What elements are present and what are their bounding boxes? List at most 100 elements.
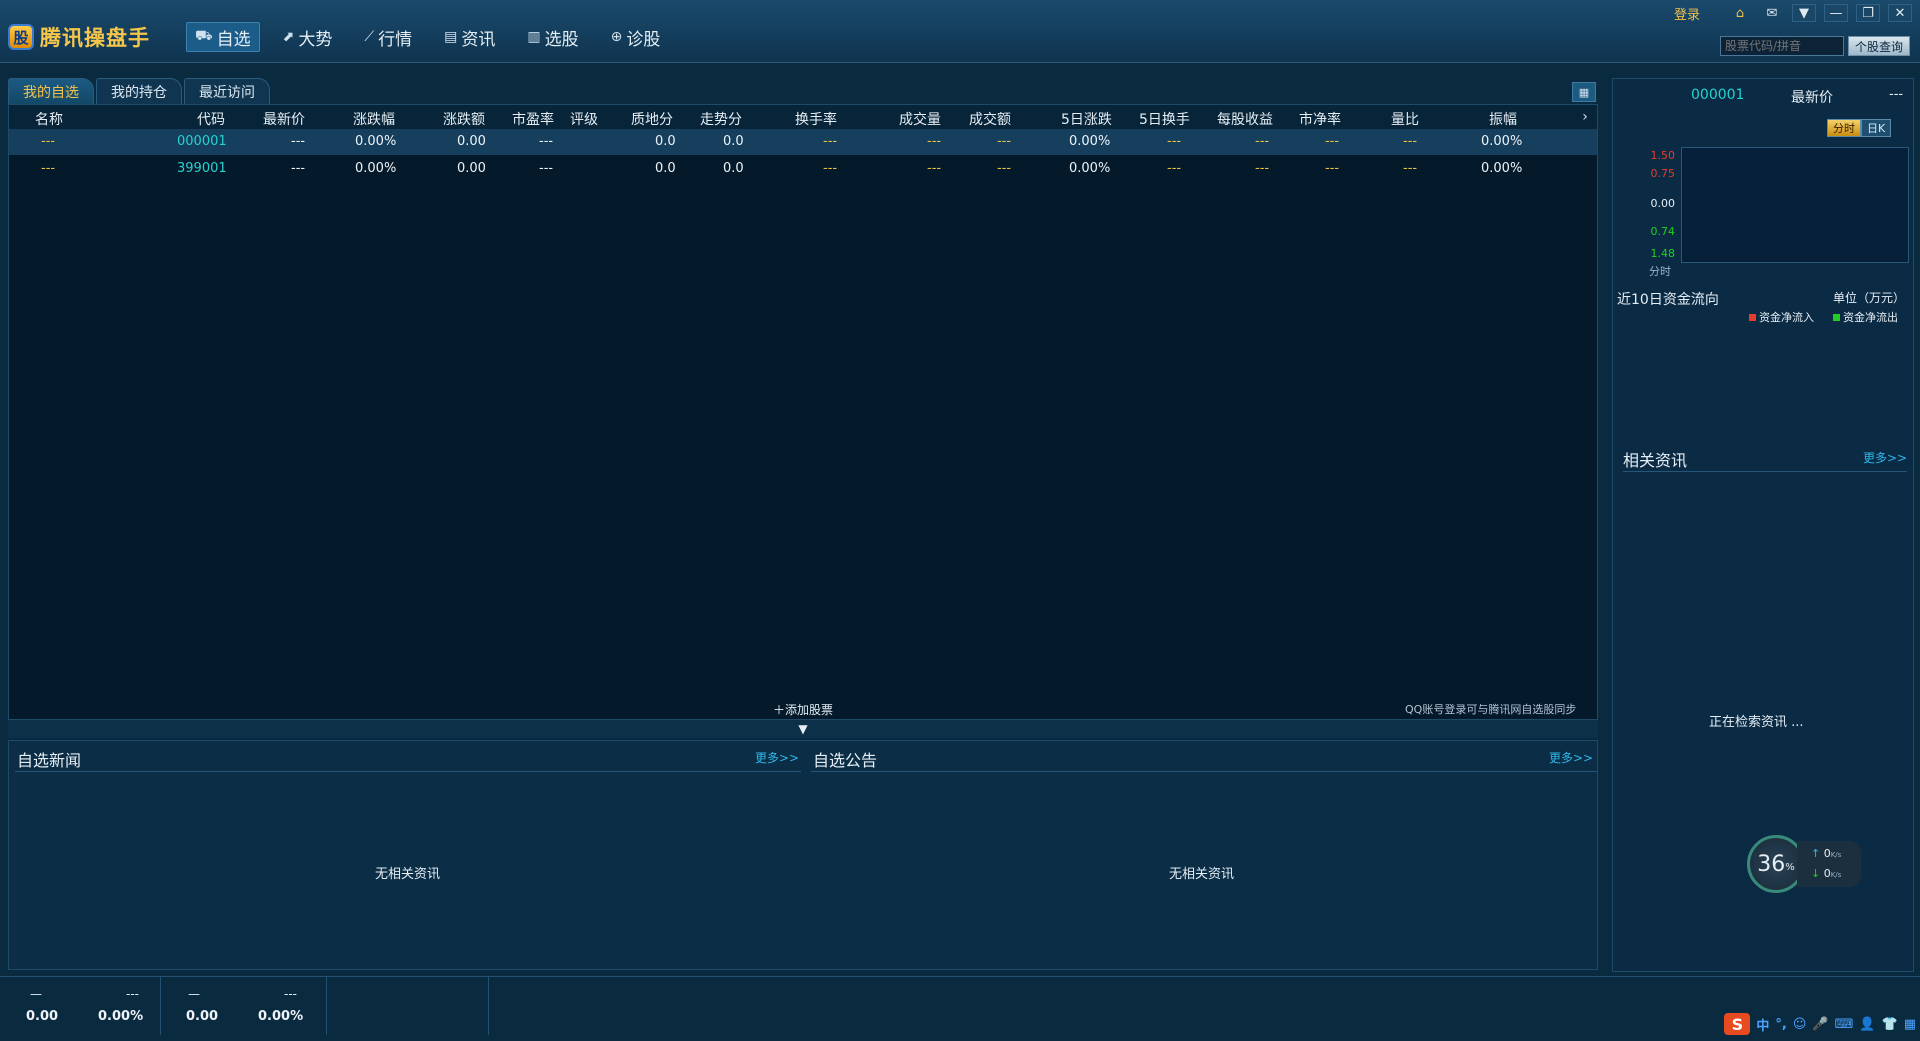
detail-code: 000001 <box>1691 87 1745 103</box>
upload-speed: ↑ 0K/s <box>1811 847 1842 860</box>
chart-caption: 分时 <box>1649 265 1671 278</box>
divider <box>1623 471 1907 472</box>
related-more-link[interactable]: 更多>> <box>1863 449 1907 466</box>
app-title: 腾讯操盘手 <box>40 26 150 50</box>
divider <box>811 771 1597 772</box>
col-change-amt[interactable]: 涨跌额 <box>443 109 485 129</box>
stock-search-input[interactable] <box>1720 36 1844 56</box>
col-eps[interactable]: 每股收益 <box>1217 109 1273 129</box>
index-ticker[interactable]: — --- 0.00 0.00% <box>0 977 161 1035</box>
tab-my-watchlist[interactable]: 我的自选 <box>8 78 94 105</box>
tab-my-holdings[interactable]: 我的持仓 <box>96 78 182 105</box>
message-icon[interactable]: ✉ <box>1760 4 1784 22</box>
diagnose-icon: ⊕ <box>610 29 623 45</box>
table-row[interactable]: --- 000001 --- 0.00% 0.00 --- 0.0 0.0 --… <box>9 129 1597 155</box>
col-5d-change[interactable]: 5日涨跌 <box>1061 109 1112 129</box>
bar-chart-icon: ▥ <box>527 29 541 45</box>
restore-icon[interactable]: ❐ <box>1856 4 1880 22</box>
plus-icon: ＋ <box>773 703 786 717</box>
nav-diagnose[interactable]: ⊕ 诊股 <box>602 22 670 52</box>
detail-price: --- <box>1889 87 1904 102</box>
sogou-ime-icon[interactable]: S <box>1724 1013 1751 1035</box>
col-trend-score[interactable]: 走势分 <box>700 109 742 129</box>
nav-news[interactable]: ▤ 资讯 <box>435 22 504 52</box>
network-speed: ↑ 0K/s ↓ 0K/s <box>1797 841 1861 887</box>
announcement-more-link[interactable]: 更多>> <box>1549 749 1593 766</box>
watchlist-news: 自选新闻 更多>> 无相关资讯 <box>9 741 803 969</box>
close-icon[interactable]: ✕ <box>1888 4 1912 22</box>
login-link[interactable]: 登录 <box>1674 4 1700 23</box>
col-rating[interactable]: 评级 <box>570 109 598 129</box>
up-arrow-icon: ↑ <box>1811 847 1821 860</box>
nav-watchlist[interactable]: ⛟ 自选 <box>186 22 260 52</box>
divider <box>15 771 801 772</box>
table-header: 名称 代码 最新价 涨跌幅 涨跌额 市盈率 评级 质地分 走势分 换手率 成交量… <box>9 105 1597 130</box>
chinese-mode-icon[interactable]: 中 <box>1756 1015 1769 1034</box>
user-icon[interactable]: 👤 <box>1859 1017 1875 1032</box>
table-row[interactable]: --- 399001 --- 0.00% 0.00 --- 0.0 0.0 --… <box>9 156 1597 182</box>
chart-tabs: 分时 日K <box>1827 119 1892 137</box>
col-volume[interactable]: 成交量 <box>899 109 941 129</box>
trend-icon: ⬈ <box>282 29 295 45</box>
dropdown-menu-icon[interactable]: ▼ <box>1792 4 1816 22</box>
stock-query-button[interactable]: 个股查询 <box>1848 36 1910 56</box>
green-square-icon <box>1833 313 1840 321</box>
col-code[interactable]: 代码 <box>197 109 225 129</box>
col-5d-turnover[interactable]: 5日换手 <box>1139 109 1190 129</box>
col-turnover[interactable]: 换手率 <box>795 109 837 129</box>
y-label: 1.48 <box>1650 247 1676 260</box>
keyboard-icon[interactable]: ⌨ <box>1835 1017 1854 1032</box>
line-chart-icon: ⟋ <box>364 29 375 45</box>
col-last-price[interactable]: 最新价 <box>263 109 305 129</box>
announcement-empty: 无相关资讯 <box>1169 867 1235 882</box>
toolbox-icon[interactable]: ▦ <box>1904 1017 1916 1032</box>
punctuation-icon[interactable]: °, <box>1775 1017 1786 1032</box>
collapse-arrow-icon[interactable]: ▼ <box>798 722 807 736</box>
scroll-right-icon[interactable]: › <box>1575 107 1595 127</box>
y-label: 1.50 <box>1650 149 1676 162</box>
status-bar: — --- 0.00 0.00% — --- 0.00 0.00% <box>0 976 1920 1041</box>
watchlist-announcements: 自选公告 更多>> 无相关资讯 <box>805 741 1597 969</box>
down-arrow-icon: ↓ <box>1811 867 1821 880</box>
grid-view-icon[interactable]: ▦ <box>1572 82 1596 102</box>
y-label: 0.75 <box>1650 167 1676 180</box>
announcement-title: 自选公告 <box>813 751 878 770</box>
col-change-pct[interactable]: 涨跌幅 <box>353 109 395 129</box>
col-volume-ratio[interactable]: 量比 <box>1391 109 1419 129</box>
status-slot <box>332 977 489 1035</box>
col-pe[interactable]: 市盈率 <box>512 109 554 129</box>
stock-list: 名称 代码 最新价 涨跌幅 涨跌额 市盈率 评级 质地分 走势分 换手率 成交量… <box>8 104 1598 720</box>
skin-icon[interactable]: 👕 <box>1882 1017 1898 1032</box>
col-name[interactable]: 名称 <box>35 109 63 129</box>
home-icon[interactable]: ⌂ <box>1728 4 1752 22</box>
index-ticker[interactable]: — --- 0.00 0.00% <box>166 977 327 1035</box>
emoji-icon[interactable]: ☺ <box>1793 1017 1807 1032</box>
related-news-title: 相关资讯 <box>1623 451 1688 470</box>
download-speed: ↓ 0K/s <box>1811 867 1842 880</box>
searching-status: 正在检索资讯 ... <box>1709 715 1804 730</box>
nav-stock-picker[interactable]: ▥ 选股 <box>518 22 587 52</box>
col-amount[interactable]: 成交额 <box>969 109 1011 129</box>
news-title: 自选新闻 <box>17 751 82 770</box>
col-pb[interactable]: 市净率 <box>1299 109 1341 129</box>
panel-splitter[interactable]: ▼ <box>8 720 1598 738</box>
flow-title: 近10日资金流向 <box>1617 292 1719 308</box>
watchlist-tabs: 我的自选 我的持仓 最近访问 <box>8 78 270 105</box>
nav-quotes[interactable]: ⟋ 行情 <box>355 22 421 52</box>
tab-recent[interactable]: 最近访问 <box>184 78 270 105</box>
voice-icon[interactable]: 🎤 <box>1812 1017 1828 1032</box>
col-quality[interactable]: 质地分 <box>631 109 673 129</box>
intraday-chart[interactable] <box>1681 147 1909 263</box>
news-more-link[interactable]: 更多>> <box>755 749 799 766</box>
tab-daily-k[interactable]: 日K <box>1861 119 1892 137</box>
tab-intraday[interactable]: 分时 <box>1827 119 1861 137</box>
detail-price-label: 最新价 <box>1791 90 1833 106</box>
minimize-icon[interactable]: — <box>1824 4 1848 22</box>
col-amplitude[interactable]: 振幅 <box>1489 109 1517 129</box>
legend-outflow: 资金净流出 <box>1833 309 1898 325</box>
news-empty: 无相关资讯 <box>375 867 441 882</box>
nav-market-trend[interactable]: ⬈ 大势 <box>274 22 342 52</box>
add-stock-button[interactable]: ＋添加股票 <box>773 701 833 718</box>
sync-note: QQ账号登录可与腾讯网自选股同步 <box>1405 703 1577 716</box>
y-label: 0.74 <box>1650 225 1676 238</box>
